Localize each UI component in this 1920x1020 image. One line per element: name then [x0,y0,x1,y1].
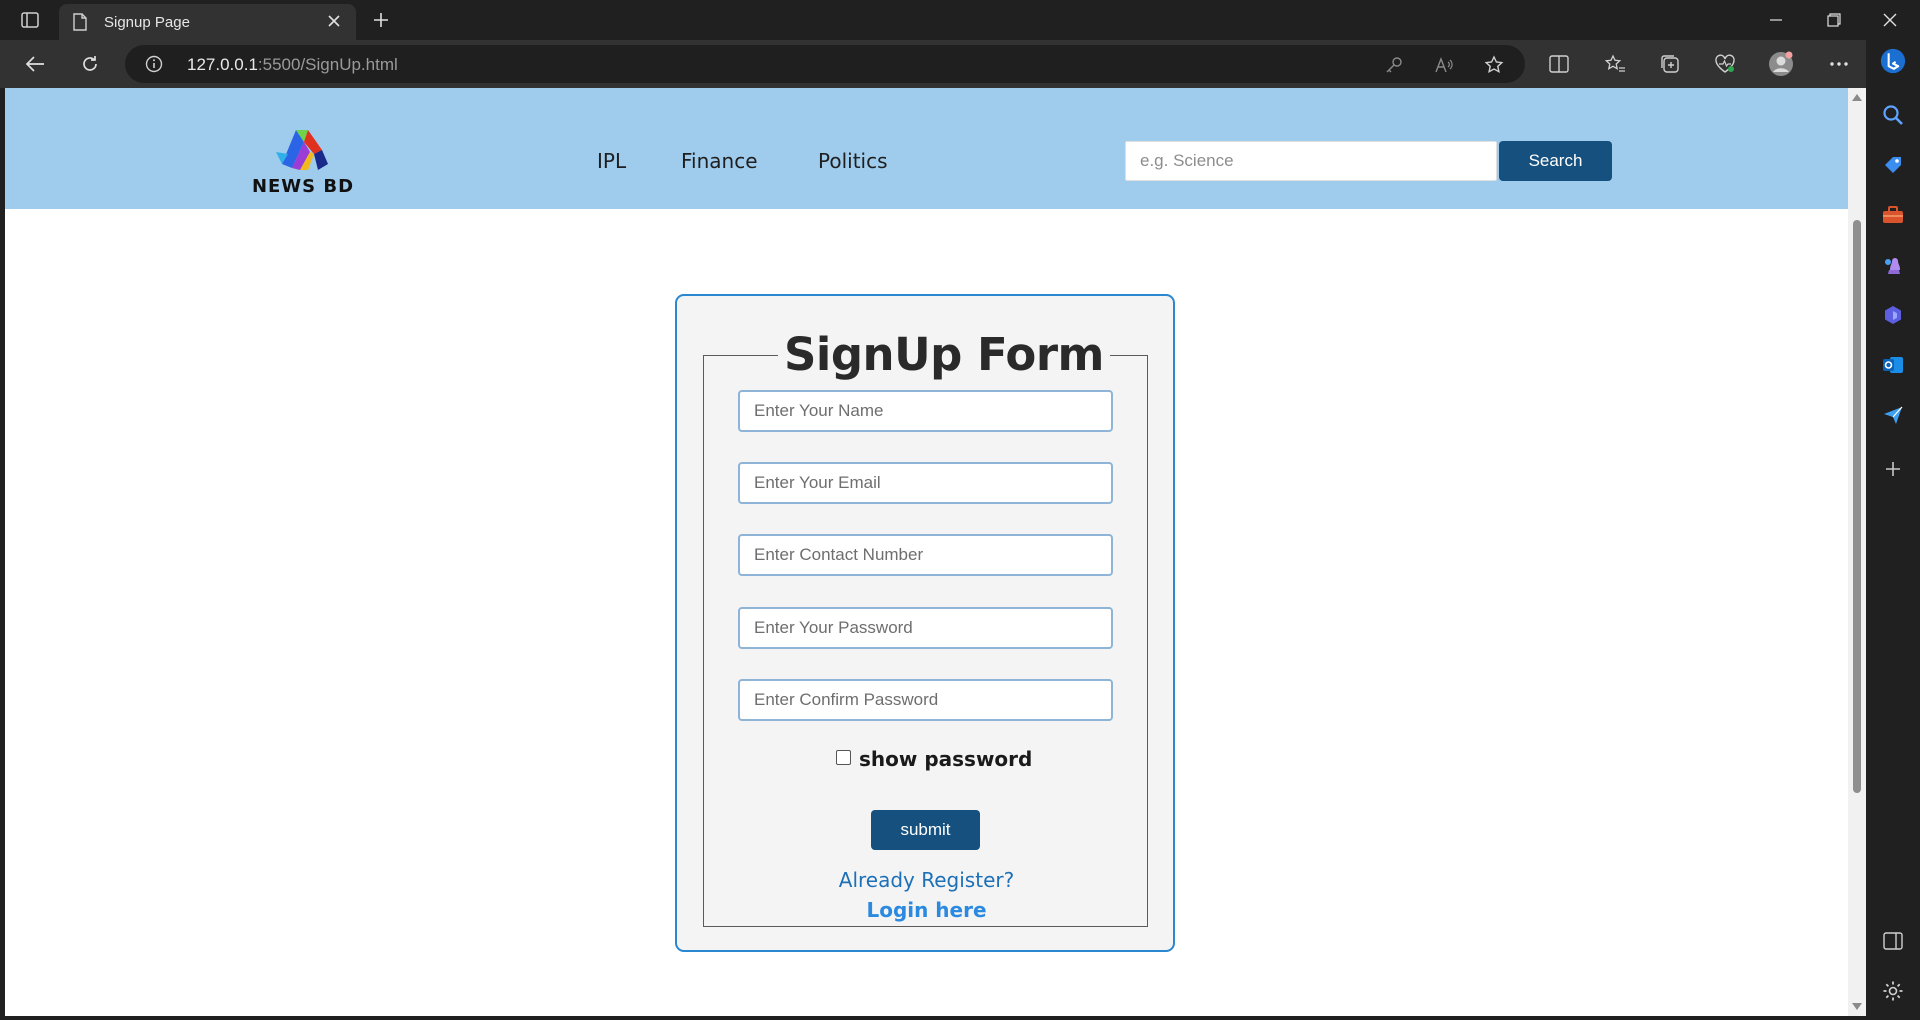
nav-link-politics[interactable]: Politics [818,149,888,173]
split-screen-icon[interactable] [1546,51,1572,77]
scrollbar-thumb[interactable] [1853,220,1861,793]
back-icon[interactable] [20,50,50,78]
edge-sidebar [1866,40,1920,1020]
site-info-icon[interactable] [145,55,163,78]
browser-toolbar: 127.0.0.1:5500/SignUp.html [0,40,1920,88]
already-registered-text: Already Register? [838,868,1015,892]
confirm-password-field[interactable] [738,679,1113,721]
copilot-icon[interactable] [1880,48,1906,74]
show-password-toggle[interactable]: show password [836,747,1032,771]
collections-icon[interactable] [1657,51,1683,77]
login-link[interactable]: Login here [704,898,1149,922]
favorites-icon[interactable] [1602,51,1628,77]
url-host: 127.0.0.1 [187,55,258,74]
search-icon[interactable] [1880,102,1906,128]
close-window-icon[interactable] [1870,6,1910,34]
site-header: NEWS BD IPL Finance Politics Search [5,88,1848,209]
scroll-down-arrow-icon[interactable] [1852,1003,1862,1010]
show-password-checkbox[interactable] [836,750,851,765]
submit-button[interactable]: submit [871,810,980,850]
nav-link-ipl[interactable]: IPL [597,149,626,173]
address-bar[interactable]: 127.0.0.1:5500/SignUp.html [125,45,1525,83]
key-icon[interactable] [1383,54,1405,76]
outlook-icon[interactable] [1880,352,1906,378]
browser-tab-bar: Signup Page [0,0,1920,40]
page-icon [73,13,87,36]
games-icon[interactable] [1880,252,1906,278]
search-button[interactable]: Search [1499,141,1612,181]
browser-tab[interactable]: Signup Page [59,4,356,40]
restore-icon[interactable] [1814,6,1854,34]
form-title: SignUp Form [778,326,1110,384]
password-field[interactable] [738,607,1113,649]
more-options-icon[interactable] [1826,51,1852,77]
favorite-star-icon[interactable] [1483,54,1505,76]
page-scrollbar[interactable] [1848,88,1866,1016]
url-text: 127.0.0.1:5500/SignUp.html [187,55,398,75]
browser-essentials-icon[interactable] [1712,51,1738,77]
tab-actions-icon[interactable] [16,8,44,32]
search-input[interactable] [1125,141,1497,181]
page-viewport: NEWS BD IPL Finance Politics Search Sign… [5,88,1866,1016]
signup-card: SignUp Form show password submit Already… [675,294,1175,952]
show-password-label: show password [859,747,1033,771]
tools-icon[interactable] [1880,202,1906,228]
url-path: :5500/SignUp.html [257,55,398,74]
read-aloud-icon[interactable] [1433,54,1455,76]
microsoft-365-icon[interactable] [1880,302,1906,328]
minimize-icon[interactable] [1756,6,1796,34]
refresh-icon[interactable] [75,50,105,78]
hide-sidebar-icon[interactable] [1880,928,1906,954]
logo-text: NEWS BD [251,176,355,197]
shopping-tag-icon[interactable] [1880,152,1906,178]
settings-gear-icon[interactable] [1880,978,1906,1004]
new-tab-icon[interactable] [368,8,394,32]
scroll-up-arrow-icon[interactable] [1852,94,1862,101]
name-field[interactable] [738,390,1113,432]
send-icon[interactable] [1880,402,1906,428]
nav-link-finance[interactable]: Finance [681,149,758,173]
profile-avatar[interactable] [1768,51,1794,77]
site-logo[interactable]: NEWS BD [243,124,363,204]
tab-title: Signup Page [104,14,190,31]
add-icon[interactable] [1880,456,1906,482]
close-tab-icon[interactable] [326,13,342,34]
signup-fieldset: SignUp Form show password submit Already… [703,326,1149,927]
contact-number-field[interactable] [738,534,1113,576]
email-field[interactable] [738,462,1113,504]
news-bd-logo-icon [276,130,328,170]
